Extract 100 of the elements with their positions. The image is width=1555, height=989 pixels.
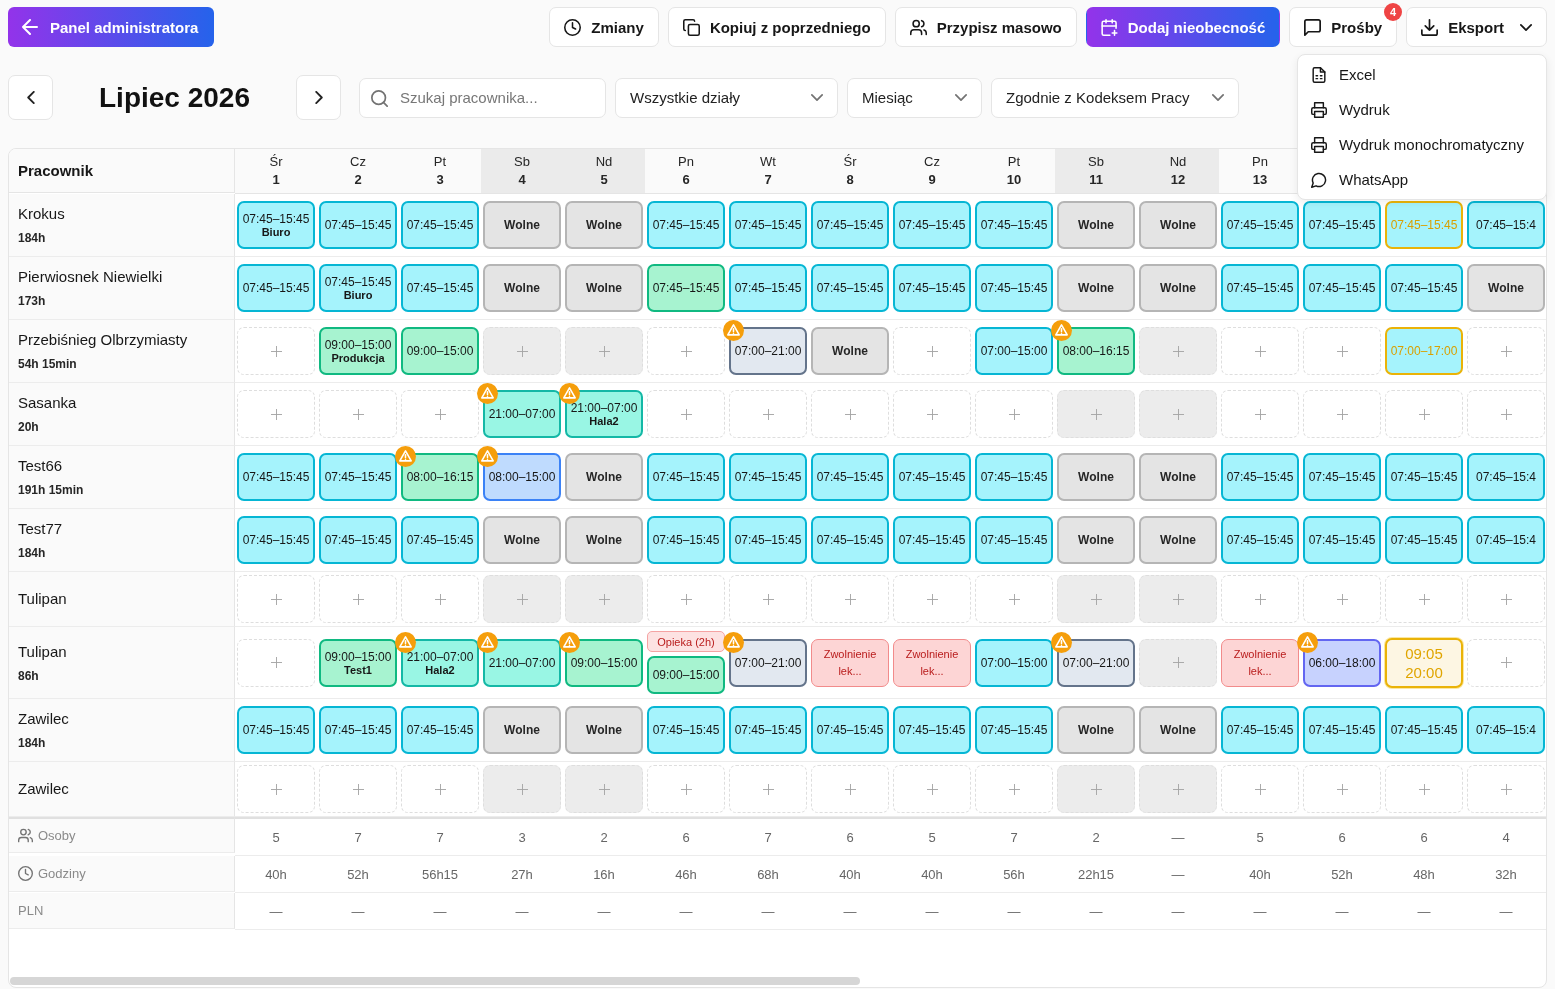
shift-block[interactable]: 21:00–07:00 [483, 390, 561, 438]
shift-block[interactable]: 07:45–15:4 [1467, 201, 1545, 249]
add-shift-slot[interactable] [811, 390, 889, 438]
employee-name[interactable]: Zawilec [18, 779, 69, 799]
shift-block[interactable]: 06:00–18:00 [1303, 638, 1381, 687]
shift-block[interactable]: 07:45–15:45 [237, 264, 315, 312]
add-shift-slot[interactable] [1467, 765, 1545, 813]
add-shift-slot[interactable] [1221, 765, 1299, 813]
shift-block[interactable]: 07:45–15:45 [729, 264, 807, 312]
shift-block[interactable]: 07:45–15:45 [893, 201, 971, 249]
add-shift-slot[interactable] [893, 575, 971, 623]
shift-block[interactable]: 07:45–15:45 [237, 516, 315, 564]
add-shift-slot[interactable] [811, 765, 889, 813]
shift-block[interactable]: 09:00–15:00 [401, 327, 479, 375]
add-shift-slot[interactable] [237, 575, 315, 623]
add-shift-slot[interactable] [1303, 327, 1381, 375]
print-menu-item[interactable]: Wydruk [1298, 92, 1546, 127]
add-shift-slot[interactable] [647, 327, 725, 375]
horizontal-scrollbar[interactable] [10, 977, 860, 985]
shift-block[interactable]: 09:00–15:00 Produkcja [319, 327, 397, 375]
add-shift-slot[interactable] [975, 765, 1053, 813]
employee-name[interactable]: Pierwiosnek Niewielki [18, 267, 163, 287]
employee-name[interactable]: Przebiśnieg Olbrzymiasty [18, 330, 188, 350]
back-button[interactable]: Panel administratora [8, 7, 215, 47]
add-shift-slot[interactable] [1385, 390, 1463, 438]
shift-block[interactable]: 07:45–15:45 [893, 453, 971, 501]
shift-block[interactable]: 07:45–15:45 [811, 516, 889, 564]
add-shift-slot[interactable] [729, 575, 807, 623]
shift-block[interactable]: 07:45–15:45 [1385, 264, 1463, 312]
copy-previous-button[interactable]: Kopiuj z poprzedniego [667, 7, 886, 47]
shift-block[interactable]: 07:45–15:45 [401, 264, 479, 312]
day-off-block[interactable]: Wolne [1139, 264, 1217, 312]
shift-block[interactable]: 08:00–16:15 [1057, 327, 1135, 375]
shift-block[interactable]: 09:00–15:00 Test1 [319, 638, 397, 687]
whatsapp-menu-item[interactable]: WhatsApp [1298, 162, 1546, 197]
day-off-block[interactable]: Wolne [1057, 706, 1135, 754]
add-shift-slot[interactable] [401, 765, 479, 813]
add-shift-slot[interactable] [1139, 765, 1217, 813]
add-shift-slot[interactable] [1467, 638, 1545, 687]
add-shift-slot[interactable] [483, 575, 561, 623]
search-field[interactable]: Szukaj pracownika... [359, 77, 606, 118]
shift-block[interactable]: 07:45–15:45 [1221, 201, 1299, 249]
add-shift-slot[interactable] [647, 390, 725, 438]
add-shift-slot[interactable] [1139, 390, 1217, 438]
shift-block[interactable]: 07:45–15:45 [811, 453, 889, 501]
day-off-block[interactable]: Wolne [1467, 264, 1545, 312]
shift-block[interactable]: 07:45–15:45 [893, 706, 971, 754]
add-shift-slot[interactable] [1467, 575, 1545, 623]
shift-block[interactable]: 07:45–15:45 Biuro [319, 264, 397, 312]
add-shift-slot[interactable] [729, 765, 807, 813]
shift-block[interactable]: 07:45–15:45 [975, 516, 1053, 564]
shift-block[interactable]: 07:45–15:45 [729, 706, 807, 754]
add-shift-slot[interactable] [893, 327, 971, 375]
employee-name[interactable]: Tulipan [18, 641, 67, 662]
shift-block[interactable]: 07:45–15:4 [1467, 516, 1545, 564]
shift-block[interactable]: 07:00–21:00 [729, 327, 807, 375]
add-shift-slot[interactable] [1385, 765, 1463, 813]
shift-block[interactable]: 07:45–15:45 [647, 516, 725, 564]
add-shift-slot[interactable] [975, 390, 1053, 438]
shift-block[interactable]: 07:45–15:45 [647, 453, 725, 501]
shift-block[interactable]: 07:45–15:45 [319, 201, 397, 249]
dropdown-select[interactable]: Wszystkie działy [615, 77, 838, 118]
add-shift-slot[interactable] [483, 765, 561, 813]
add-shift-slot[interactable] [319, 575, 397, 623]
add-shift-slot[interactable] [1221, 390, 1299, 438]
add-shift-slot[interactable] [1057, 765, 1135, 813]
shift-block[interactable]: 07:45–15:45 [1303, 453, 1381, 501]
shift-block[interactable]: 07:45–15:45 [1303, 264, 1381, 312]
add-shift-slot[interactable] [565, 575, 643, 623]
shift-block[interactable]: 21:00–07:00 Hala2 [401, 638, 479, 687]
shift-block[interactable]: 07:00–21:00 [1057, 638, 1135, 687]
add-shift-slot[interactable] [647, 575, 725, 623]
shift-block[interactable]: 07:45–15:45 [1221, 264, 1299, 312]
shift-block[interactable]: 07:45–15:45 [1303, 706, 1381, 754]
add-shift-slot[interactable] [811, 575, 889, 623]
add-shift-slot[interactable] [237, 765, 315, 813]
shift-block[interactable]: 07:45–15:45 [401, 201, 479, 249]
shift-block[interactable]: 07:45–15:45 [975, 264, 1053, 312]
employee-name[interactable]: Zawilec [18, 709, 69, 729]
shift-block[interactable]: 07:45–15:4 [1467, 453, 1545, 501]
add-shift-slot[interactable] [1467, 327, 1545, 375]
shift-block[interactable]: 07:45–15:45 [1385, 453, 1463, 501]
day-off-block[interactable]: Wolne [1139, 201, 1217, 249]
add-shift-slot[interactable] [1221, 327, 1299, 375]
add-shift-slot[interactable] [237, 390, 315, 438]
shift-block[interactable]: 07:45–15:45 [1221, 516, 1299, 564]
shift-block[interactable]: 07:45–15:45 [811, 201, 889, 249]
day-off-block[interactable]: Wolne [565, 516, 643, 564]
shift-block[interactable]: 07:45–15:45 Biuro [237, 201, 315, 249]
employee-name[interactable]: Sasanka [18, 393, 77, 413]
shift-block[interactable]: 07:45–15:45 [893, 264, 971, 312]
day-off-block[interactable]: Wolne [1057, 201, 1135, 249]
employee-name[interactable]: Test66 [18, 456, 63, 476]
shift-block[interactable]: 07:45–15:45 [1303, 516, 1381, 564]
sick-leave-block[interactable]: Zwolnienie lek... [811, 638, 889, 687]
add-shift-slot[interactable] [893, 765, 971, 813]
print-monochrome-menu-item[interactable]: Wydruk monochromatyczny [1298, 127, 1546, 162]
changes-button[interactable]: Zmiany [549, 7, 659, 47]
previous-month-button[interactable] [8, 75, 53, 120]
shift-block[interactable]: 07:00–15:00 [975, 327, 1053, 375]
